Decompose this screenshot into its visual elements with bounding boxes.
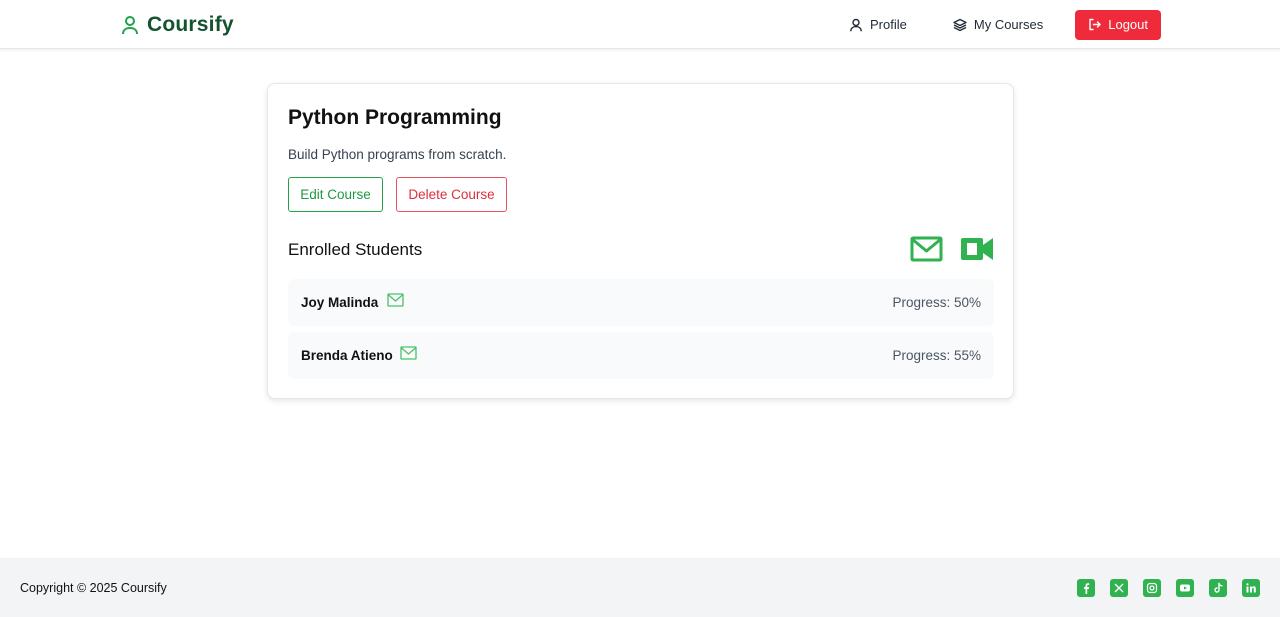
student-name: Joy Malinda [301,295,379,310]
student-row: Brenda Atieno Progress: 55% [288,332,994,379]
social-links [1077,579,1260,597]
video-icon[interactable] [960,235,994,263]
main-nav: Profile My Courses Logout [849,0,1161,49]
facebook-icon[interactable] [1077,579,1095,597]
mail-icon[interactable] [387,293,404,307]
nav-profile-link[interactable]: Profile [849,17,907,32]
user-icon [122,16,138,35]
student-progress: Progress: 50% [892,295,981,310]
mail-icon[interactable] [910,236,943,262]
brand-name: Coursify [147,13,234,36]
logout-button[interactable]: Logout [1075,9,1161,40]
top-navbar: Coursify Profile My Courses Logout [0,0,1280,49]
footer: Copyright © 2025 Coursify [0,558,1280,617]
nav-my-courses-label: My Courses [973,17,1044,32]
edit-course-button[interactable]: Edit Course [288,177,383,212]
logout-icon [1089,18,1101,31]
nav-my-courses-link[interactable]: My Courses [953,17,1043,32]
nav-profile-label: Profile [870,17,907,32]
user-icon [850,18,862,31]
mail-icon[interactable] [400,346,417,360]
tiktok-icon[interactable] [1209,579,1227,597]
course-title: Python Programming [288,106,502,129]
layers-icon [953,18,967,31]
copyright-text: Copyright © 2025 Coursify [20,581,167,595]
delete-course-button[interactable]: Delete Course [396,177,507,212]
brand-logo[interactable]: Coursify [121,13,234,37]
page: Coursify Profile My Courses Logout Pytho… [0,0,1280,617]
linkedin-icon[interactable] [1242,579,1260,597]
logout-label: Logout [1108,17,1148,32]
student-progress: Progress: 55% [892,348,981,363]
youtube-icon[interactable] [1176,579,1194,597]
enrolled-students-heading: Enrolled Students [288,240,423,259]
instagram-icon[interactable] [1143,579,1161,597]
student-name: Brenda Atieno [301,348,393,363]
student-row: Joy Malinda Progress: 50% [288,279,994,326]
course-card: Python Programming Build Python programs… [267,83,1014,399]
x-icon[interactable] [1110,579,1128,597]
course-description: Build Python programs from scratch. [288,147,507,162]
